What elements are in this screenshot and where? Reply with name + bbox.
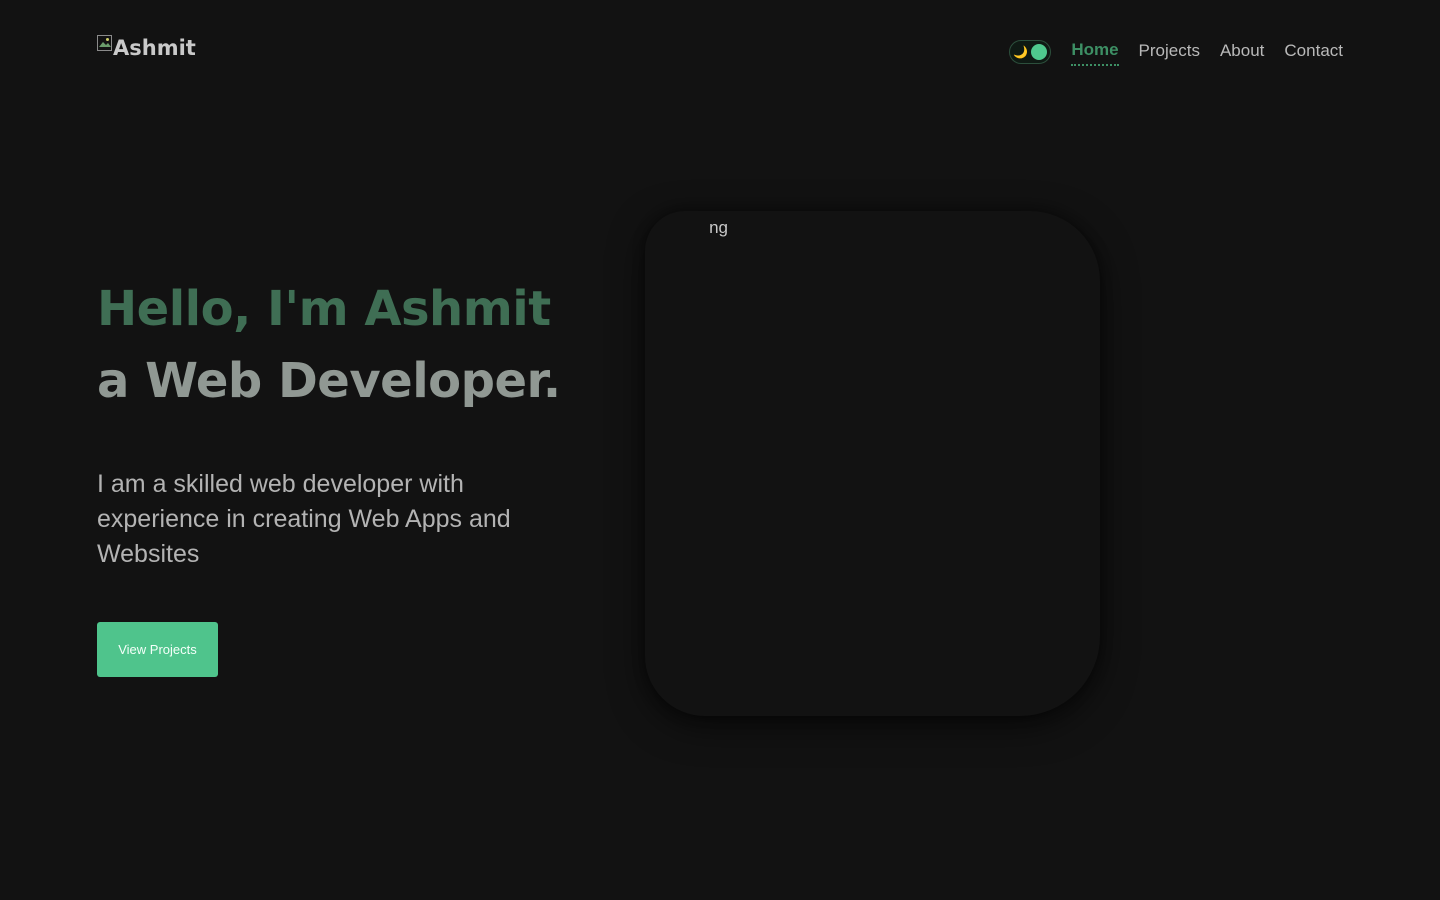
nav-home-link[interactable]: Home — [1071, 38, 1119, 66]
logo-alt-text: Ashmit — [113, 36, 196, 60]
main-nav: 🌙 Home Projects About Contact — [1009, 38, 1343, 66]
site-header: Ashmit 🌙 Home Projects About Contact — [97, 34, 1343, 68]
hero-description: I am a skilled web developer with experi… — [97, 470, 511, 568]
hero-role: a Web Developer. — [97, 353, 561, 409]
hero-greeting: Hello, I'm Ashmit — [97, 281, 551, 337]
toggle-knob — [1031, 44, 1048, 60]
broken-image-icon — [97, 35, 113, 51]
hero-image-frame — [645, 211, 1100, 716]
nav-about-link[interactable]: About — [1220, 39, 1264, 65]
theme-toggle[interactable]: 🌙 — [1009, 40, 1052, 64]
view-projects-button[interactable]: View Projects — [97, 622, 218, 677]
nav-projects-link[interactable]: Projects — [1139, 39, 1200, 65]
moon-icon: 🌙 — [1013, 45, 1029, 59]
page: Ashmit 🌙 Home Projects About Contact Hel… — [0, 0, 1440, 900]
nav-contact-link[interactable]: Contact — [1284, 39, 1343, 65]
logo[interactable]: Ashmit — [97, 34, 196, 62]
hero-image-alt-text: ng — [709, 218, 728, 237]
